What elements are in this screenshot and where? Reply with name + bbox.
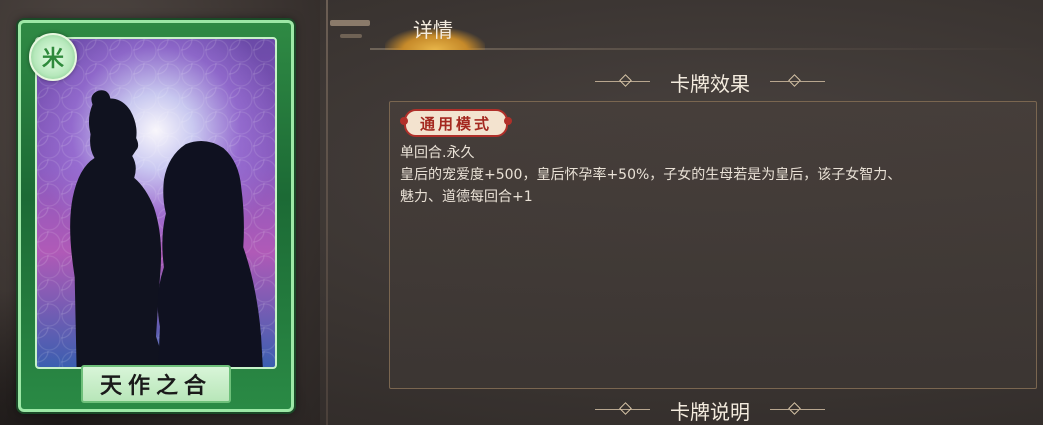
card-rarity-badge: 米 [29,33,77,81]
tab-details-label: 详情 [413,18,453,42]
effect-line: 皇后的宠爱度+500，皇后怀孕率+50%，子女的生母若是为皇后，该子女智力、 [400,167,902,183]
tag-cap-icon [400,117,408,125]
card-name-plate: 天作之合 [81,365,231,403]
section-header-description: 卡牌说明 [595,395,825,425]
panel-divider [326,0,328,425]
section-title-effect: 卡牌效果 [670,71,750,96]
card[interactable]: 米 天作之合 [18,20,294,412]
divider-ornament-small [340,34,362,38]
effect-description: 单回合.永久 皇后的宠爱度+500，皇后怀孕率+50%，子女的生母若是为皇后，该… [400,142,1016,208]
effect-panel: 通用模式 单回合.永久 皇后的宠爱度+500，皇后怀孕率+50%，子女的生母若是… [389,101,1037,389]
header-line [770,409,825,410]
section-header-effect: 卡牌效果 [595,67,825,97]
tab-details[interactable]: 详情 [385,8,485,50]
mode-tag: 通用模式 [400,109,513,137]
effect-line: 魅力、道德每回合+1 [400,189,533,205]
tag-cap-icon [504,117,513,125]
couple-silhouette-icon [70,90,263,367]
card-artwork [35,37,277,369]
mode-label: 通用模式 [420,114,493,133]
diamond-icon [619,74,632,87]
effect-line: 单回合.永久 [400,145,475,161]
badge-icon: 米 [41,46,64,72]
header-line [770,81,825,82]
card-name: 天作之合 [99,373,212,399]
section-title-description: 卡牌说明 [670,399,750,424]
divider-ornament [330,20,370,26]
diamond-icon [619,402,632,415]
